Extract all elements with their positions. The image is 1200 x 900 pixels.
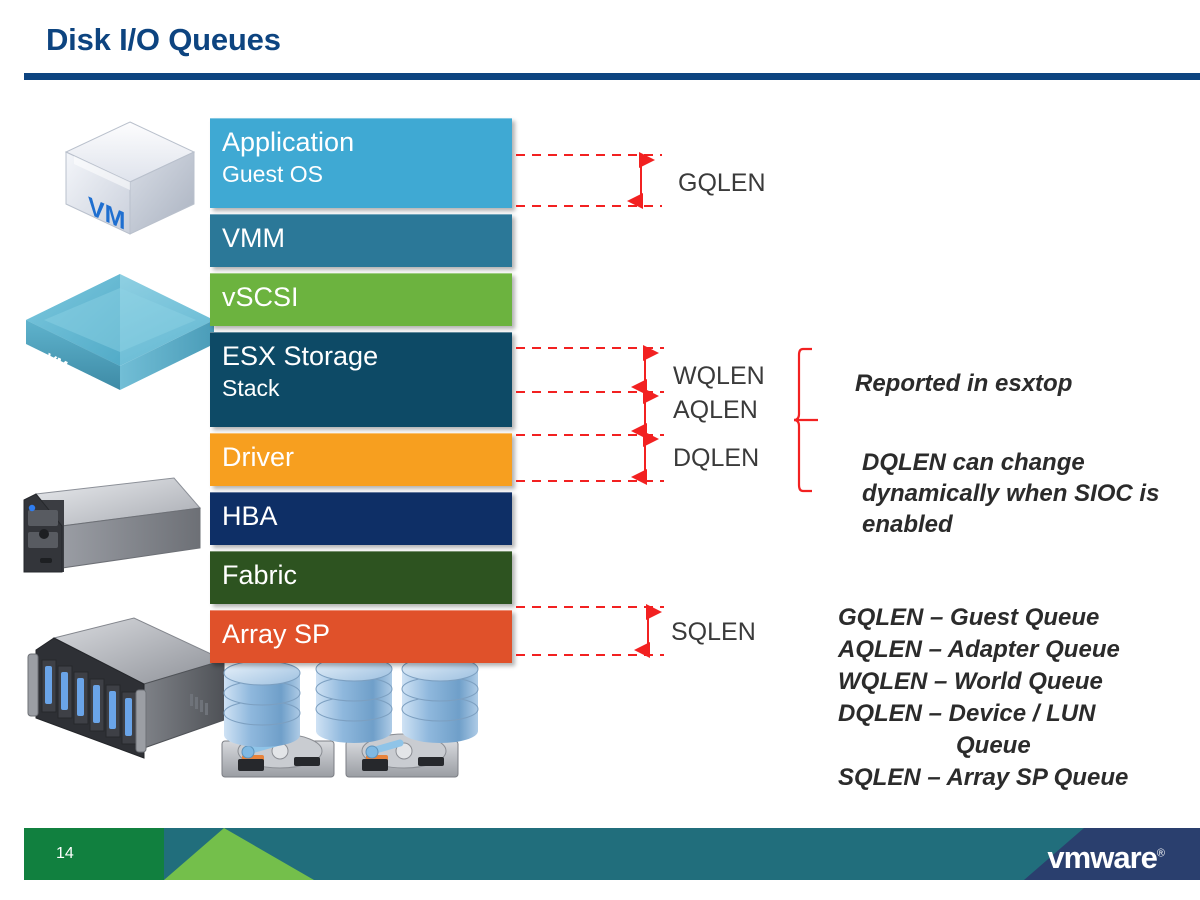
stack-layer-driver[interactable]: Driver [210,433,512,486]
stack-layer-vscsi[interactable]: vSCSI [210,273,512,326]
stack-layer-label: Driver [222,442,294,472]
note-reported-in-esxtop: Reported in esxtop [855,370,1073,397]
legend-entry: WQLEN – World Queue [838,668,1103,695]
stack-layer-fabric[interactable]: Fabric [210,551,512,604]
stack-layer-label: Array SP [222,619,331,649]
vmware-logo: vmware® [1047,840,1165,876]
stack-layer-label: HBA [222,501,278,531]
queue-label-wqlen: WQLEN [673,362,765,390]
note-dqlen-dynamic: DQLEN can change dynamically when SIOC i… [862,449,1160,538]
stack-layer-vmm[interactable]: VMM [210,214,512,267]
queue-label-gqlen: GQLEN [678,169,766,197]
server-icon [23,477,201,573]
page-title: Disk I/O Queues [46,22,281,57]
title-divider [24,73,1200,80]
stack-layer-application[interactable]: Application Guest OS [210,118,512,208]
queue-label-dqlen: DQLEN [673,444,760,472]
slide-footer [24,828,1200,880]
stack-layer-label: VMM [222,223,285,253]
disk-array-icon [27,617,226,759]
queue-label-aqlen: AQLEN [673,396,758,424]
stack-layer-label: Application [222,127,355,157]
vm-cube-icon: VM [64,121,196,236]
queue-legend: GQLEN – Guest Queue AQLEN – Adapter Queue… [838,602,1128,794]
database-disks-icon [221,656,479,778]
stack-layer-esx-storage-stack[interactable]: ESX Storage Stack [210,332,512,427]
registered-mark-icon: ® [1156,847,1165,860]
stack-layer-sublabel: Stack [222,375,280,401]
stack-layer-label: vSCSI [222,282,299,312]
legend-entry: AQLEN – Adapter Queue [838,636,1120,663]
legend-entry: Queue [956,732,1031,759]
stack-layer-sublabel: Guest OS [222,161,323,187]
queue-label-sqlen: SQLEN [671,618,756,646]
legend-entry: SQLEN – Array SP Queue [838,764,1129,791]
stack-layer-array-sp[interactable]: Array SP [210,610,512,663]
stack-layer-label: ESX Storage [222,341,379,371]
io-stack: Application Guest OS VMM vSCSI ESX Storage St… [210,118,512,669]
legend-entry: GQLEN – Guest Queue [838,604,1100,631]
legend-entry: DQLEN – Device / LUN [838,700,1096,727]
page-number: 14 [56,845,74,862]
hypervisor-slab-icon: VMware [26,274,214,390]
slide-canvas: Disk I/O Queues VM VMware Application Gu… [0,0,1200,900]
stack-layer-label: Fabric [222,560,298,590]
stack-layer-hba[interactable]: HBA [210,492,512,545]
vmware-logo-text: vmware [1047,840,1157,875]
